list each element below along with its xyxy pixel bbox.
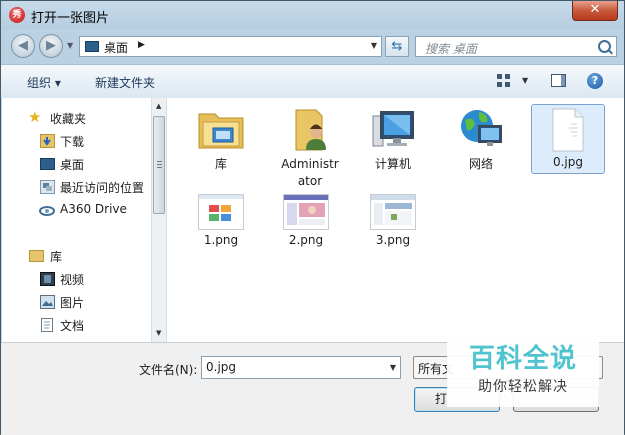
preview-pane-icon[interactable]	[551, 74, 566, 87]
file-item-administrator[interactable]: Administrator	[270, 106, 350, 190]
back-button[interactable]: ◀	[11, 34, 35, 58]
image-thumbnail-icon	[198, 194, 244, 230]
network-icon	[457, 106, 505, 152]
sidebar-item-libraries[interactable]: 库	[2, 246, 150, 266]
title-bar[interactable]: 秀 打开一张图片 ✕	[1, 1, 624, 29]
file-item-0-jpg[interactable]: 0.jpg	[531, 104, 605, 174]
chevron-down-icon[interactable]: ▼	[371, 41, 377, 50]
search-input[interactable]: 搜索 桌面	[415, 36, 617, 57]
search-icon[interactable]	[598, 40, 611, 53]
sidebar-item-label: 桌面	[60, 158, 85, 172]
documents-icon	[41, 318, 53, 332]
pictures-icon	[40, 295, 55, 309]
file-list: 库 Administrator 计算机 网络 0.jpg 1.png 2.png…	[167, 98, 624, 342]
file-item-computer[interactable]: 计算机	[357, 106, 429, 173]
search-placeholder: 搜索 桌面	[425, 42, 477, 56]
file-name: Administrator	[281, 157, 339, 188]
file-name: 库	[214, 157, 227, 171]
filename-value: 0.jpg	[206, 360, 237, 374]
file-item-1-png[interactable]: 1.png	[185, 194, 257, 249]
watermark-logo: 百科全说 助你轻松解决	[447, 335, 599, 407]
sidebar-item-label: 图片	[60, 296, 85, 310]
navigation-pane: ★ 收藏夹 下载 桌面 最近访问的位置 A360 Drive 库 视频 图片 文…	[2, 98, 167, 342]
address-bar[interactable]: 桌面 ▶ ▼	[79, 36, 382, 57]
window-title: 打开一张图片	[31, 11, 110, 26]
scroll-up-arrow[interactable]: ▲	[156, 102, 161, 110]
recent-places-icon	[40, 180, 55, 194]
address-current-location[interactable]: 桌面	[104, 39, 128, 56]
file-item-libraries[interactable]: 库	[185, 106, 257, 173]
close-button[interactable]: ✕	[572, 1, 618, 21]
sidebar-item-videos[interactable]: 视频	[2, 269, 150, 289]
watermark-subtitle: 助你轻松解决	[478, 379, 568, 395]
sidebar-item-pictures[interactable]: 图片	[2, 292, 150, 312]
image-thumbnail-icon	[370, 194, 416, 230]
toolbar: 组织 ▾ 新建文件夹 ▼ ?	[1, 64, 624, 99]
file-item-network[interactable]: 网络	[445, 106, 517, 173]
sidebar-item-documents[interactable]: 文档	[2, 315, 150, 335]
file-name: 0.jpg	[552, 155, 584, 169]
computer-icon	[369, 106, 417, 152]
sidebar-item-favorites[interactable]: ★ 收藏夹	[2, 108, 150, 128]
sidebar-item-label: 下载	[60, 135, 85, 149]
forward-button[interactable]: ▶	[39, 34, 63, 58]
sidebar-item-label: 收藏夹	[50, 112, 87, 126]
file-name: 计算机	[374, 157, 411, 171]
image-file-icon	[551, 108, 585, 152]
file-name: 网络	[468, 157, 493, 171]
chevron-right-icon[interactable]: ▶	[138, 40, 145, 50]
chevron-down-icon[interactable]: ▼	[390, 363, 396, 372]
sidebar-item-label: 库	[50, 250, 63, 264]
file-item-3-png[interactable]: 3.png	[357, 194, 429, 249]
library-icon	[29, 250, 44, 262]
file-name: 3.png	[375, 233, 411, 247]
recent-locations-dropdown[interactable]: ▼	[67, 41, 73, 50]
filename-label: 文件名(N):	[139, 363, 198, 377]
app-icon: 秀	[9, 7, 25, 23]
file-name: 2.png	[288, 233, 324, 247]
help-icon[interactable]: ?	[587, 73, 603, 89]
view-options-dropdown[interactable]: ▼	[522, 76, 528, 85]
sidebar-item-a360-drive[interactable]: A360 Drive	[2, 200, 150, 220]
sidebar-item-label: 文档	[60, 319, 85, 333]
sidebar-item-label: 视频	[60, 273, 85, 287]
image-thumbnail-icon	[283, 194, 329, 230]
filename-input[interactable]: 0.jpg ▼	[201, 356, 401, 379]
download-folder-icon	[40, 134, 55, 148]
scroll-down-arrow[interactable]: ▼	[156, 329, 161, 337]
star-icon: ★	[28, 108, 42, 126]
desktop-icon	[85, 41, 99, 52]
sidebar-item-label: 最近访问的位置	[60, 181, 145, 195]
organize-button[interactable]: 组织 ▾	[27, 74, 61, 91]
video-icon	[40, 272, 55, 286]
change-view-icon[interactable]	[497, 74, 511, 88]
desktop-icon	[40, 158, 55, 170]
sidebar-item-desktop[interactable]: 桌面	[2, 154, 150, 174]
refresh-button[interactable]: ⇆	[385, 36, 409, 57]
sidebar-item-label: A360 Drive	[60, 202, 127, 216]
cloud-drive-icon	[39, 203, 55, 217]
file-name: 1.png	[203, 233, 239, 247]
scroll-thumb[interactable]	[153, 116, 165, 214]
user-folder-icon	[286, 106, 334, 152]
nav-scrollbar[interactable]: ▲ ▼	[151, 98, 166, 342]
watermark-title: 百科全说	[468, 344, 577, 374]
sidebar-item-downloads[interactable]: 下载	[2, 131, 150, 151]
sidebar-item-recent-places[interactable]: 最近访问的位置	[2, 177, 150, 197]
new-folder-button[interactable]: 新建文件夹	[95, 74, 155, 91]
file-item-2-png[interactable]: 2.png	[270, 194, 342, 249]
open-image-dialog: 秀 打开一张图片 ✕ ◀ ▶ ▼ 桌面 ▶ ▼ ⇆ 搜索 桌面 组织 ▾ 新建文…	[0, 0, 625, 435]
library-folder-icon	[197, 106, 245, 152]
